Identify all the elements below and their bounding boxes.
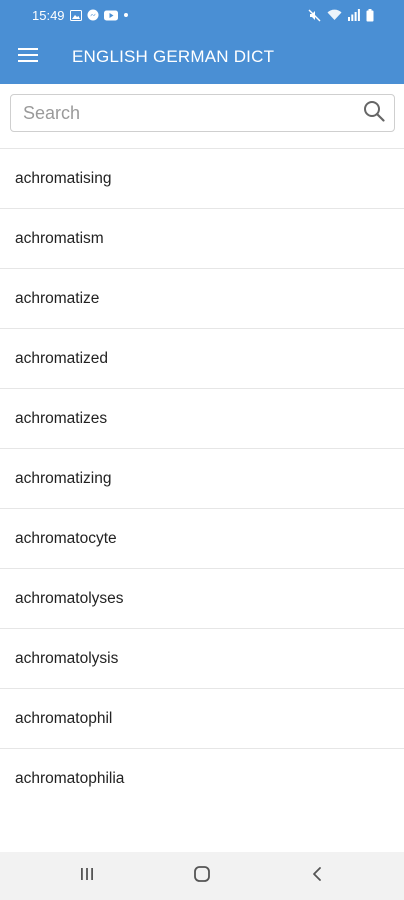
list-item[interactable]: achromatocyte bbox=[0, 509, 404, 569]
hamburger-menu-button[interactable] bbox=[0, 30, 56, 84]
system-nav-bar bbox=[0, 852, 404, 900]
list-item[interactable]: achromatizes bbox=[0, 389, 404, 449]
battery-icon bbox=[366, 8, 374, 22]
messenger-icon bbox=[87, 9, 99, 21]
youtube-icon bbox=[103, 10, 118, 21]
back-button[interactable] bbox=[287, 852, 347, 900]
list-item[interactable]: achromatophilia bbox=[0, 749, 404, 809]
back-icon bbox=[310, 865, 324, 888]
list-item[interactable]: achromatophil bbox=[0, 689, 404, 749]
wifi-icon bbox=[327, 9, 342, 21]
word-label: achromatized bbox=[15, 349, 109, 367]
home-button[interactable] bbox=[172, 852, 232, 900]
status-left: 15:49 bbox=[32, 8, 129, 23]
hamburger-menu-icon bbox=[18, 47, 38, 68]
status-bar: 15:49 bbox=[0, 0, 404, 30]
recent-apps-icon bbox=[79, 866, 95, 887]
search-box bbox=[10, 94, 395, 132]
recent-apps-button[interactable] bbox=[57, 852, 117, 900]
list-item[interactable]: achromatized bbox=[0, 329, 404, 389]
list-item[interactable]: achromatizing bbox=[0, 449, 404, 509]
word-label: achromatize bbox=[15, 289, 100, 307]
list-item[interactable]: achromatism bbox=[0, 209, 404, 269]
list-item[interactable]: achromatising bbox=[0, 149, 404, 209]
gallery-icon bbox=[69, 9, 82, 21]
signal-icon bbox=[348, 9, 360, 21]
word-label: achromatism bbox=[15, 229, 104, 247]
search-input[interactable] bbox=[11, 96, 354, 130]
word-label: achromatizes bbox=[15, 409, 108, 427]
search-button[interactable] bbox=[354, 95, 394, 131]
status-time: 15:49 bbox=[32, 7, 65, 23]
mute-icon bbox=[308, 9, 321, 22]
word-list: achromatising achromatism achromatize ac… bbox=[0, 148, 404, 809]
list-item[interactable]: achromatize bbox=[0, 269, 404, 329]
dot-icon bbox=[123, 12, 129, 18]
list-item[interactable]: achromatolyses bbox=[0, 569, 404, 629]
search-icon bbox=[363, 100, 385, 127]
app-bar: ENGLISH GERMAN DICT bbox=[0, 30, 404, 84]
word-label: achromatophil bbox=[15, 709, 113, 727]
app-title: ENGLISH GERMAN DICT bbox=[72, 47, 275, 66]
word-label: achromatocyte bbox=[15, 529, 117, 547]
list-item[interactable]: achromatolysis bbox=[0, 629, 404, 689]
word-label: achromatolyses bbox=[15, 589, 124, 607]
status-right bbox=[308, 8, 374, 22]
word-label: achromatophilia bbox=[15, 770, 125, 787]
word-label: achromatizing bbox=[15, 469, 112, 487]
home-icon bbox=[193, 865, 211, 888]
word-label: achromatising bbox=[15, 169, 112, 187]
word-label: achromatolysis bbox=[15, 649, 119, 667]
